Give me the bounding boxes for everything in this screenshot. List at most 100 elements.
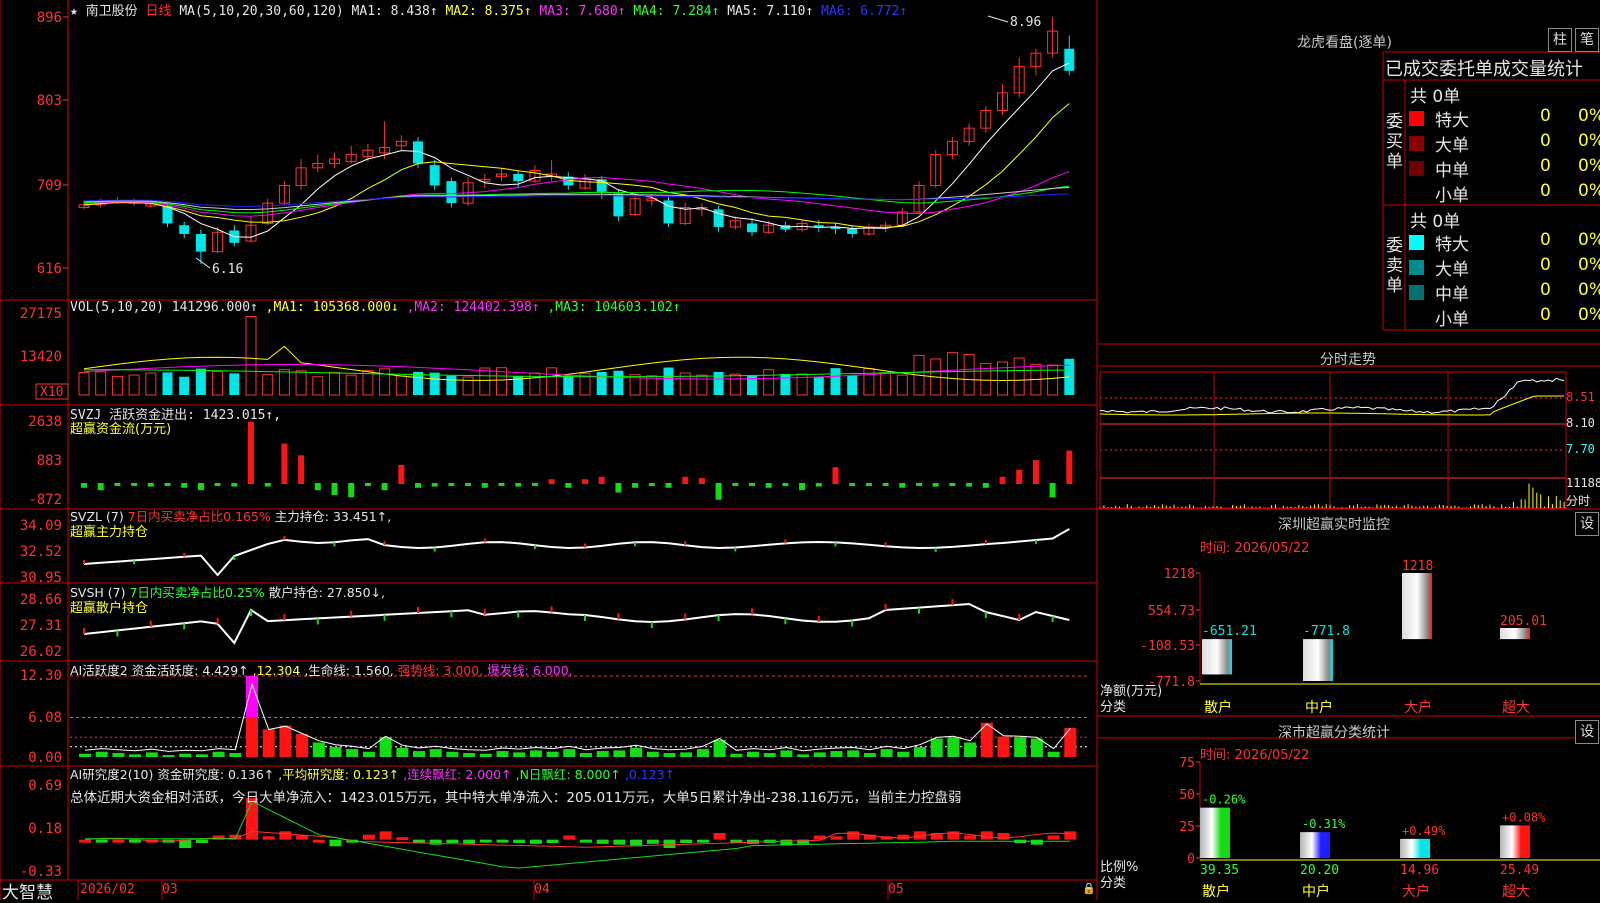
svzj-axis-label: 2638 [28,414,62,430]
volume-bar-down [195,368,206,395]
price-low-label: 6.16 [212,262,243,277]
candle-body-down [179,225,190,235]
ma4-value: MA4: 7.284↑ [633,4,720,19]
svzj-bar [231,483,238,487]
sz-class-bar [1300,832,1330,858]
svzj-bar [966,483,973,487]
lock-icon[interactable]: 🔒 [1082,882,1096,895]
sz-class-change: -0.26% [1202,793,1246,807]
ai1-bar [496,751,509,757]
svzj-bar [164,483,171,486]
sz-monitor-title: 深圳超赢实时监控 [1278,517,1390,533]
sz-class-value: 20.20 [1300,863,1339,878]
sz-monitor-category: 超大 [1502,700,1530,716]
app-logo[interactable]: 大智慧 [2,878,53,903]
sz-monitor-category: 大户 [1404,699,1432,716]
ai1-bar [362,751,375,757]
ai1-bar [1030,738,1043,757]
sz-monitor-bar [1402,573,1432,640]
sz-class-settings-button[interactable]: 设 [1575,720,1599,744]
svzj-bar [598,476,605,484]
svzj-bar [114,483,121,486]
candle-body-down [847,228,858,235]
price-axis-label: 896 [37,10,62,26]
ai2-bar [1030,839,1043,845]
ai1-bar [463,753,476,757]
sz-class-bar [1200,807,1230,858]
price-header: ★ 南卫股份 日线 MA(5,10,20,30,60,120) MA1: 8.4… [70,0,907,19]
buy-row-name: 中单 [1435,161,1469,181]
sz-class-axis-label: 25 [1179,820,1195,835]
ai2-bar [830,836,843,840]
volume-bar-down [446,375,457,395]
vol-header: VOL(5,10,20) 141296.000↑ ,MA1: 105368.00… [70,300,681,315]
bar-mode-button[interactable]: 柱 [1548,28,1572,52]
ai2-header: AI研究度2(10) 资金研究度: 0.136↑ ,平均研究度: 0.123↑ … [70,764,675,783]
sz-class-title: 深市超赢分类统计 [1278,725,1390,741]
xaxis-label-1: 03 [162,882,178,897]
ai1-header: AI活跃度2 资金活跃度: 4.429↑ ,12.304 ,生命线: 1.560… [70,660,573,679]
svzj-bar [465,483,472,486]
candle-body-down [613,193,624,217]
ai1-bar [312,742,325,757]
ai1-bar [162,755,175,757]
svzj-bar [214,483,221,486]
svzj-bar [715,483,722,500]
minute-axis-3: 11188 [1566,476,1600,490]
svzj-bar [331,483,338,495]
minute-axis-0: 8.51 [1566,390,1595,404]
ai1-bar [613,750,626,757]
svzj-subtitle: 超赢资金流(万元) [70,422,172,437]
ai1-bar [246,717,258,757]
sz-class-axis-label: 50 [1179,788,1195,803]
svzj-bar [932,483,939,487]
sz-class-axis-label: 0 [1187,852,1195,867]
sz-monitor-category: 散户 [1204,699,1232,716]
ai2-bar [296,835,309,840]
ai2-nday: ,N日飘红: 8.000↑ [515,767,621,782]
vol-unit-label: X10 [40,385,63,400]
ai1-bar [129,754,142,757]
sz-monitor-value: -771.8 [1303,624,1350,639]
svzj-bar [665,483,672,488]
svzj-bar [682,476,689,484]
period-label[interactable]: 日线 [146,4,172,19]
svzj-bar [648,483,655,486]
buy-row-name: 大单 [1435,136,1469,156]
sell-row-count: 0 [1540,255,1551,275]
ai2-bar [312,839,325,843]
ai1-bar [396,747,409,757]
svzl-subtitle: 超赢主力持仓 [70,525,149,540]
svzj-bar [364,483,371,486]
ai2-bar [546,839,559,843]
sz-monitor-settings-button[interactable]: 设 [1575,512,1599,536]
tick-mode-button[interactable]: 笔 [1575,28,1599,52]
ai1-bar [863,753,876,757]
ai1-bar [847,750,860,757]
ai1-bar [830,751,843,757]
ai1-bar [262,729,275,757]
ma1-value: MA1: 8.438↑ [351,4,438,19]
sz-class-value: 39.35 [1200,863,1239,878]
svzj-bar [415,483,421,488]
stock-name[interactable]: 南卫股份 [86,4,138,19]
ai1-activity: 资金活跃度: 4.429↑ [131,663,249,678]
price-axis-label: 616 [37,261,62,277]
svzj-bar [832,467,839,484]
minute-axis-2: 7.70 [1566,442,1595,456]
xaxis-label-3: 05 [888,882,904,897]
ai1-bar [713,739,726,757]
ai1-bar [95,751,108,757]
svzj-bar [799,483,806,491]
sell-row-name: 特大 [1435,235,1469,255]
svzj-bar [381,483,388,491]
svzl-axis-label: 32.52 [20,544,62,560]
buy-row-swatch [1409,136,1424,151]
ai1-bar [947,737,960,757]
candle-body-down [747,223,757,233]
sz-monitor-axis-label: 554.73 [1148,604,1195,619]
ai2-bar [446,839,459,843]
ai2-bar [513,839,526,843]
volume-bar-down [613,370,624,395]
svsh-axis-label: 27.31 [20,618,62,634]
